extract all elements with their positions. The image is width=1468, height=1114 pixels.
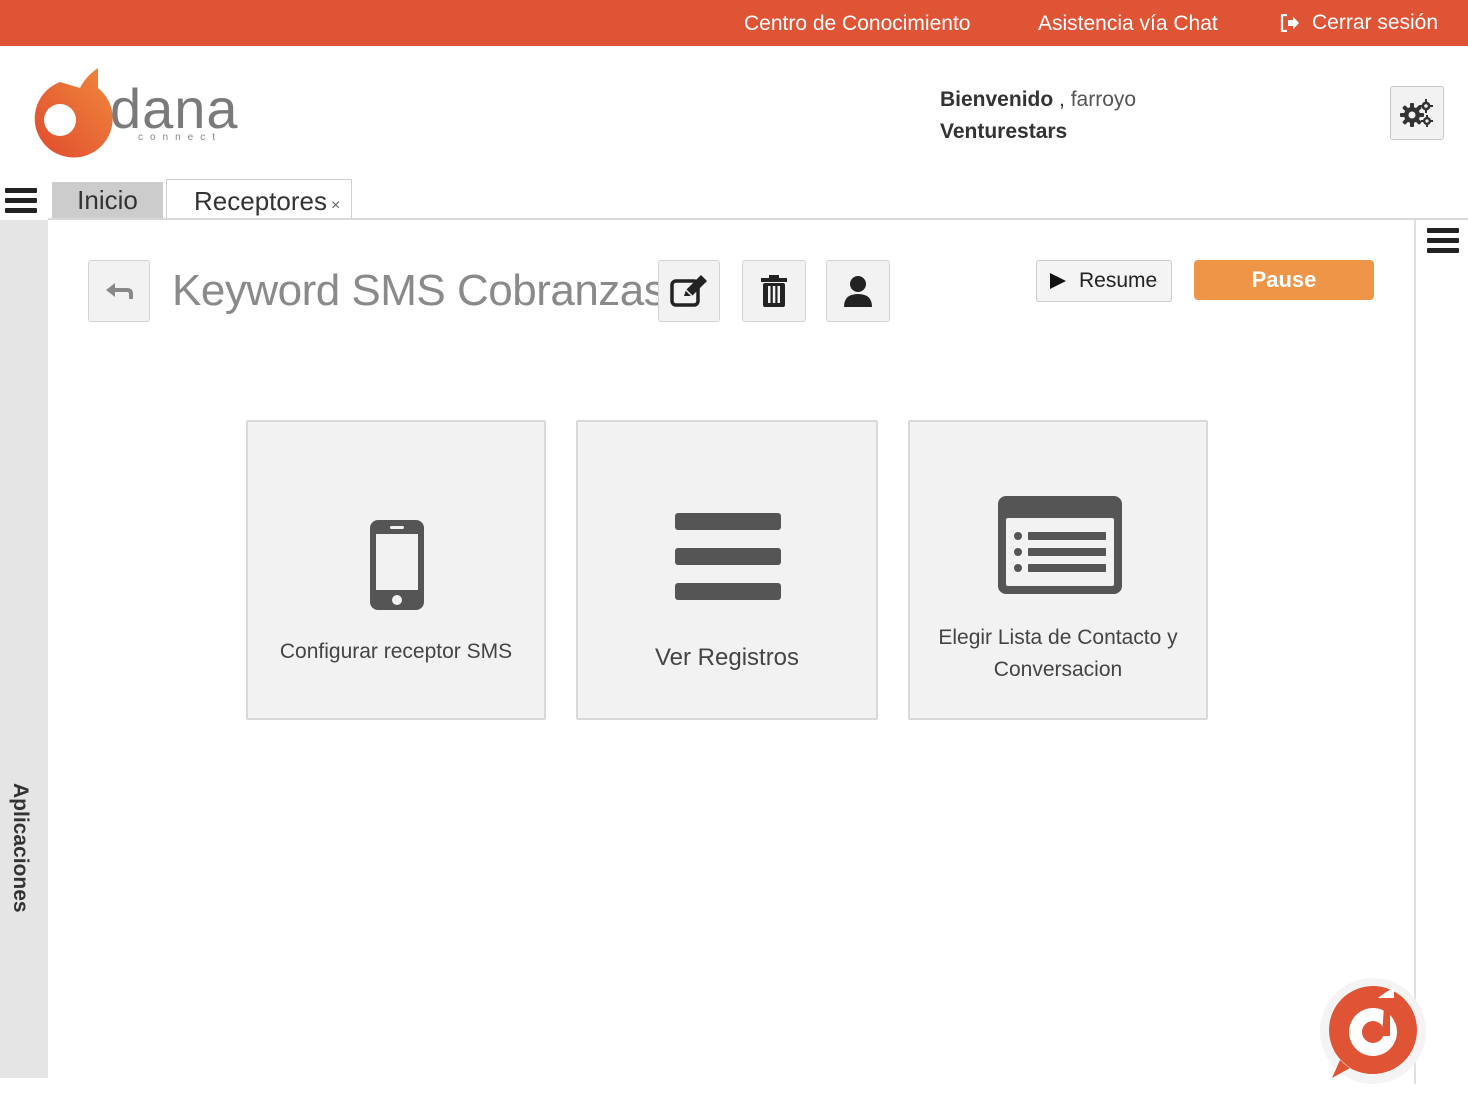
bars-icon [675,513,781,600]
welcome-label: Bienvenido [940,88,1054,111]
edit-icon [670,275,707,307]
card-label: Configurar receptor SMS [279,640,513,663]
username: farroyo [1070,88,1137,111]
right-rail-divider [1414,220,1416,1084]
applications-sidebar[interactable]: Aplicaciones [0,220,48,1078]
welcome-separator: , [1053,88,1065,111]
user-button[interactable] [826,260,890,322]
tab-inicio[interactable]: Inicio [52,182,163,219]
tab-receptores-label: Receptores [194,186,327,216]
card-label: Ver Registros [654,644,800,671]
chat-widget-button[interactable] [1318,976,1428,1086]
card-choose-contact-list[interactable]: Elegir Lista de Contacto y Conversacion [908,420,1208,720]
mobile-phone-icon [370,520,424,610]
tab-receptores[interactable]: Receptores × [166,179,352,220]
resume-button[interactable]: Resume [1036,260,1172,302]
tab-close-icon[interactable]: × [331,197,340,214]
welcome-block: Bienvenido , farroyo Venturestars [940,84,1136,148]
dana-chat-icon [1320,978,1426,1084]
card-view-records[interactable]: Ver Registros [576,420,878,720]
company-name: Venturestars [940,120,1068,143]
resume-label: Resume [1079,269,1158,292]
top-bar: Centro de Conocimiento Asistencia vía Ch… [0,0,1468,46]
tabs-divider [48,218,1468,220]
hamburger-icon [1427,228,1459,253]
hamburger-icon [5,188,37,213]
logout-label: Cerrar sesión [1312,11,1439,34]
logout-icon [1280,14,1299,32]
settings-button[interactable] [1390,86,1444,140]
left-menu-toggle[interactable] [4,186,38,216]
pause-button[interactable]: Pause [1194,260,1374,300]
delete-button[interactable] [742,260,806,322]
gears-icon [1400,99,1433,127]
knowledge-center-link[interactable]: Centro de Conocimiento [744,12,970,36]
logout-link[interactable]: Cerrar sesión [1280,11,1438,35]
back-button[interactable] [88,260,150,322]
reply-arrow-icon [106,283,133,299]
applications-label: Aplicaciones [9,783,32,913]
card-configure-sms-receiver[interactable]: Configurar receptor SMS [246,420,546,720]
page-title: Keyword SMS Cobranzas [172,266,666,315]
list-window-icon [998,496,1122,594]
user-icon [844,276,872,307]
chat-support-link[interactable]: Asistencia vía Chat [1038,12,1218,36]
brand-subtitle: connect [138,132,223,143]
trash-icon [761,275,787,307]
play-icon [1050,273,1066,289]
right-menu-toggle[interactable] [1426,226,1460,256]
card-label: Elegir Lista de Contacto y Conversacion [938,626,1178,681]
edit-button[interactable] [658,260,720,322]
dana-logo[interactable]: dana connect [18,66,248,162]
